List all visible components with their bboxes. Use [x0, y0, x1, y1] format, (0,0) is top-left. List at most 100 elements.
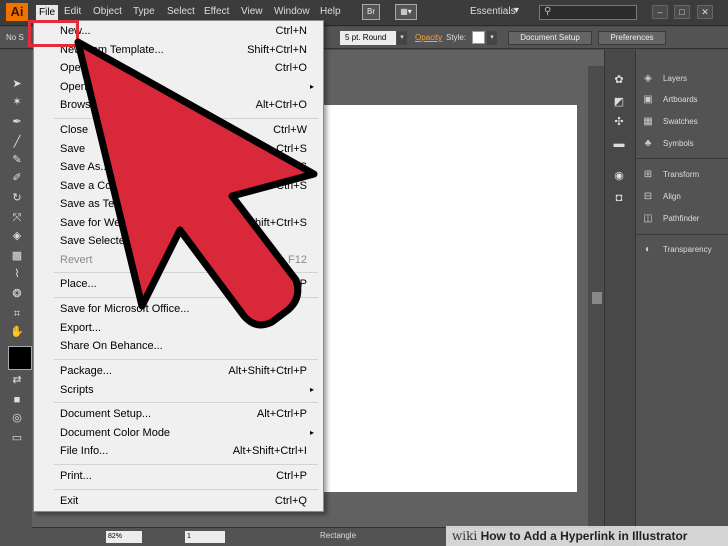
- shortcut-document-setup: Alt+Ctrl+P: [256, 408, 307, 420]
- panel-symbols[interactable]: ♣ Symbols: [641, 137, 727, 151]
- color-guide-icon[interactable]: ◩: [612, 96, 626, 108]
- submenu-arrow-icon: ▸: [310, 428, 315, 437]
- shortcut-new-from-template: Shift+Ctrl+N: [247, 44, 307, 56]
- transparency-icon: ◐: [644, 244, 652, 255]
- artboard[interactable]: [322, 105, 577, 492]
- menu-help[interactable]: Help: [320, 6, 341, 17]
- panel-pathfinder[interactable]: ◫ Pathfinder: [641, 212, 727, 226]
- hand-tool-icon[interactable]: ✋: [10, 326, 24, 338]
- panel-align[interactable]: ⊟ Align: [641, 190, 727, 204]
- symbol-sprayer-icon[interactable]: ❂: [10, 288, 24, 300]
- menu-item-close[interactable]: Close: [60, 124, 88, 136]
- panel-layers[interactable]: ◈ Layers: [641, 72, 727, 86]
- menu-item-export[interactable]: Export...: [60, 322, 101, 334]
- zoom-field[interactable]: 82%: [106, 531, 142, 543]
- brushes-panel-icon[interactable]: ✣: [612, 116, 626, 128]
- panel-transparency[interactable]: ◐ Transparency: [641, 243, 727, 257]
- arrange-documents-icon[interactable]: ▦▾: [395, 4, 417, 20]
- menu-item-save-as[interactable]: Save As...: [60, 161, 110, 173]
- draw-mode-icon[interactable]: ◎: [10, 412, 24, 424]
- fill-color-swatch[interactable]: [8, 346, 32, 370]
- menu-item-save-for-web[interactable]: Save for Web...: [60, 217, 136, 229]
- paintbrush-icon[interactable]: ✎: [10, 154, 24, 166]
- menu-item-save-selected-slices[interactable]: Save Selected Slices...: [60, 235, 173, 247]
- shortcut-package: Alt+Shift+Ctrl+P: [228, 365, 307, 377]
- watermark-title: How to Add a Hyperlink in Illustrator: [480, 529, 688, 543]
- menu-item-package[interactable]: Package...: [60, 365, 112, 377]
- menu-item-save[interactable]: Save: [60, 143, 85, 155]
- color-mode-icon[interactable]: ■: [10, 394, 24, 406]
- menu-effect[interactable]: Effect: [204, 6, 229, 17]
- bridge-button[interactable]: Br: [362, 4, 380, 20]
- maximize-icon[interactable]: □: [674, 5, 690, 19]
- rotate-tool-icon[interactable]: ↻: [10, 192, 24, 204]
- shortcut-save-for-web: Alt+Shift+Ctrl+S: [228, 217, 307, 229]
- color-panel-icon[interactable]: ✿: [612, 74, 626, 86]
- menu-item-print[interactable]: Print...: [60, 470, 92, 482]
- search-input[interactable]: ⚲: [539, 5, 637, 20]
- mesh-tool-icon[interactable]: ▩: [10, 250, 24, 262]
- appearance-panel-icon[interactable]: ◉: [612, 170, 626, 182]
- menu-item-browse-in-bridge[interactable]: Browse in Bridge...: [60, 99, 152, 111]
- panel-transform[interactable]: ⊞ Transform: [641, 168, 727, 182]
- eyedropper-icon[interactable]: ⌇: [10, 268, 24, 280]
- width-tool-icon[interactable]: ⤧: [10, 212, 24, 224]
- panel-swatches[interactable]: ▦ Swatches: [641, 115, 727, 129]
- shape-builder-icon[interactable]: ◈: [10, 230, 24, 242]
- layers-icon: ◈: [644, 73, 652, 84]
- panel-label: Pathfinder: [663, 214, 700, 223]
- menu-item-revert: Revert: [60, 254, 93, 266]
- shortcut-browse: Alt+Ctrl+O: [255, 99, 307, 111]
- preferences-button[interactable]: Preferences: [598, 31, 666, 45]
- menu-separator: [54, 489, 318, 490]
- stroke-profile-dropdown-icon[interactable]: ▾: [397, 31, 407, 45]
- graphic-styles-icon[interactable]: ◘: [612, 192, 626, 204]
- menu-file[interactable]: File: [36, 5, 59, 20]
- workspace-switcher[interactable]: Essentials: [470, 6, 516, 17]
- magic-wand-icon[interactable]: ✶: [10, 96, 24, 108]
- menu-item-open-recent[interactable]: Open Recent Files: [60, 81, 151, 93]
- swap-colors-icon[interactable]: ⇄: [10, 374, 24, 386]
- menu-object[interactable]: Object: [93, 6, 122, 17]
- menu-window[interactable]: Window: [274, 6, 310, 17]
- menu-edit[interactable]: Edit: [64, 6, 81, 17]
- blob-brush-icon[interactable]: ✐: [10, 172, 24, 184]
- menu-item-share-on-behance[interactable]: Share On Behance...: [60, 340, 163, 352]
- menu-item-document-setup[interactable]: Document Setup...: [60, 408, 151, 420]
- artboards-icon: ▣: [643, 94, 653, 105]
- selection-tool-icon[interactable]: ➤: [10, 78, 24, 90]
- shortcut-save-as: Shift+Ctrl+S: [247, 161, 307, 173]
- menu-item-file-info[interactable]: File Info...: [60, 445, 108, 457]
- menu-item-place[interactable]: Place...: [60, 278, 97, 290]
- menu-select[interactable]: Select: [167, 6, 195, 17]
- artboard-tool-icon[interactable]: ⌗: [10, 308, 24, 320]
- pen-tool-icon[interactable]: ✒: [10, 116, 24, 128]
- stroke-profile-field[interactable]: 5 pt. Round: [340, 31, 396, 45]
- screen-mode-icon[interactable]: ▭: [10, 432, 24, 444]
- stroke-panel-icon[interactable]: ▬: [612, 138, 626, 150]
- menu-item-save-as-template[interactable]: Save as Template...: [60, 198, 156, 210]
- style-dropdown-icon[interactable]: ▾: [487, 31, 497, 45]
- menu-item-save-for-microsoft-office[interactable]: Save for Microsoft Office...: [60, 303, 189, 315]
- menu-separator: [54, 272, 318, 273]
- artboard-navigation-field[interactable]: 1: [185, 531, 225, 543]
- menu-item-save-a-copy[interactable]: Save a Copy...: [60, 180, 131, 192]
- opacity-link[interactable]: Opacity: [415, 33, 442, 42]
- document-setup-button[interactable]: Document Setup: [508, 31, 592, 45]
- line-tool-icon[interactable]: ╱: [10, 136, 24, 148]
- menu-item-scripts[interactable]: Scripts: [60, 384, 94, 396]
- graphic-style-swatch[interactable]: [472, 31, 485, 44]
- minimize-icon[interactable]: –: [652, 5, 668, 19]
- menu-view[interactable]: View: [241, 6, 263, 17]
- menu-type[interactable]: Type: [133, 6, 155, 17]
- menu-item-open[interactable]: Open...: [60, 62, 96, 74]
- panel-label: Swatches: [663, 117, 698, 126]
- menu-separator: [54, 359, 318, 360]
- close-icon[interactable]: ✕: [697, 5, 713, 19]
- shortcut-new: Ctrl+N: [275, 25, 307, 37]
- scrollbar-thumb[interactable]: [592, 292, 602, 304]
- panel-artboards[interactable]: ▣ Artboards: [641, 93, 727, 107]
- menu-separator: [54, 118, 318, 119]
- menu-item-document-color-mode[interactable]: Document Color Mode: [60, 427, 170, 439]
- menu-item-exit[interactable]: Exit: [60, 495, 78, 507]
